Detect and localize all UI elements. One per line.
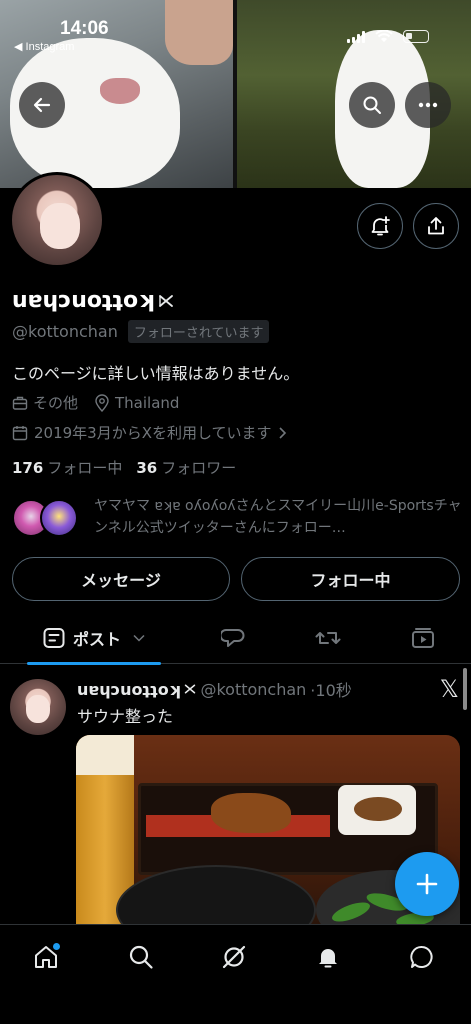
category-item: その他 — [12, 392, 78, 413]
briefcase-icon — [12, 396, 28, 410]
more-icon — [418, 102, 438, 108]
follower-avatar — [40, 499, 78, 537]
followers-count-link[interactable]: 36 フォロワー — [136, 457, 236, 478]
home-notification-dot — [53, 943, 60, 950]
tweet-author-avatar[interactable] — [10, 679, 66, 735]
profile-meta-row: その他 Thailand — [12, 392, 179, 413]
tab-replies[interactable] — [210, 612, 256, 664]
tweet-timestamp: ·10秒 — [310, 681, 352, 700]
plus-icon — [416, 873, 438, 895]
back-to-app-link[interactable]: ◀ Instagram — [14, 40, 74, 53]
tab-posts-label: ポスト — [72, 630, 121, 649]
tweet-author-name[interactable]: uɐɥɔuoʇʇoʞ — [77, 680, 180, 699]
profile-avatar[interactable] — [9, 172, 105, 268]
sauce — [354, 797, 402, 821]
followed-by-text: ヤマヤマ ɐʞɐ oʎoʎoʎさんとスマイリー山川e-Sportsチャンネル公式… — [94, 498, 462, 536]
following-count-link[interactable]: 176 フォロー中 — [12, 457, 122, 478]
fried-chicken — [211, 793, 291, 833]
back-button[interactable] — [19, 82, 65, 128]
display-name-text: uɐɥɔuoʇʇoʞ — [12, 288, 155, 313]
nav-search[interactable] — [121, 939, 161, 975]
following-label: フォロー中 — [47, 459, 123, 477]
followers-count: 36 — [136, 459, 158, 477]
chat-icon — [410, 946, 433, 968]
chevron-right-icon — [278, 426, 286, 439]
message-button[interactable]: メッセージ — [12, 557, 230, 601]
follows-you-badge: フォローされています — [127, 320, 270, 343]
joined-text: 2019年3月からXを利用しています — [34, 424, 272, 442]
bottom-navigation — [0, 924, 471, 1024]
search-icon — [129, 945, 153, 969]
category-text: その他 — [33, 394, 79, 412]
chevron-down-icon — [133, 634, 145, 642]
calendar-icon — [12, 425, 28, 440]
tab-media[interactable] — [400, 612, 446, 664]
location-pin-icon — [95, 393, 109, 412]
media-icon — [412, 628, 434, 648]
share-button[interactable] — [413, 203, 459, 249]
tab-reposts[interactable] — [305, 612, 351, 664]
battery-icon — [403, 30, 429, 43]
scrollbar[interactable] — [463, 668, 467, 710]
following-count: 176 — [12, 459, 44, 477]
bell-icon — [319, 949, 337, 968]
following-button[interactable]: フォロー中 — [241, 557, 460, 601]
search-button[interactable] — [349, 82, 395, 128]
profile-display-name: uɐɥɔuoʇʇoʞ — [12, 288, 174, 313]
status-time: 14:06 — [60, 18, 109, 39]
location-text: Thailand — [115, 393, 180, 412]
share-icon — [428, 217, 444, 235]
tweet-header: uɐɥɔuoʇʇoʞ @kottonchan ·10秒 — [77, 677, 352, 701]
reply-icon — [221, 629, 245, 647]
grok-icon — [222, 945, 246, 969]
list-icon — [43, 628, 65, 648]
handle-row: @kottonchan フォローされています — [12, 320, 270, 343]
avatar-face — [26, 695, 50, 723]
repost-icon — [315, 632, 341, 644]
verified-x-icon — [185, 684, 196, 694]
followers-label: フォロワー — [161, 459, 237, 477]
location-item: Thailand — [94, 394, 179, 412]
wifi-icon — [375, 30, 393, 42]
nav-notifications[interactable] — [308, 939, 348, 975]
joined-row[interactable]: 2019年3月からXを利用しています — [12, 422, 288, 443]
nav-home[interactable] — [26, 939, 66, 975]
followed-by-section[interactable]: ヤマヤマ ɐʞɐ oʎoʎoʎさんとスマイリー山川e-Sportsチャンネル公式… — [12, 495, 462, 539]
profile-bio: このページに詳しい情報はありません。 — [12, 364, 300, 383]
signal-icon — [347, 30, 365, 43]
avatar-face — [40, 203, 80, 249]
nav-grok[interactable] — [214, 939, 254, 975]
x-logo-icon: 𝕏 — [439, 675, 459, 703]
compose-post-button[interactable] — [395, 852, 459, 916]
follow-counts: 176 フォロー中 36 フォロワー — [12, 457, 236, 478]
cat-mouth — [100, 78, 140, 104]
status-bar: 14:06 ◀ Instagram — [0, 0, 471, 60]
tab-posts[interactable]: ポスト — [27, 612, 161, 665]
back-arrow-icon — [33, 97, 51, 113]
profile-handle: @kottonchan — [12, 322, 118, 341]
search-icon — [363, 96, 381, 114]
profile-tabs: ポスト — [0, 612, 471, 665]
tweet-text: サウナ整った — [77, 707, 174, 726]
tweet-author-handle: @kottonchan — [200, 679, 307, 699]
more-options-button[interactable] — [405, 82, 451, 128]
nav-messages[interactable] — [402, 939, 442, 975]
bell-plus-icon — [371, 216, 390, 236]
verified-x-icon — [159, 294, 174, 307]
notifications-subscribe-button[interactable] — [357, 203, 403, 249]
